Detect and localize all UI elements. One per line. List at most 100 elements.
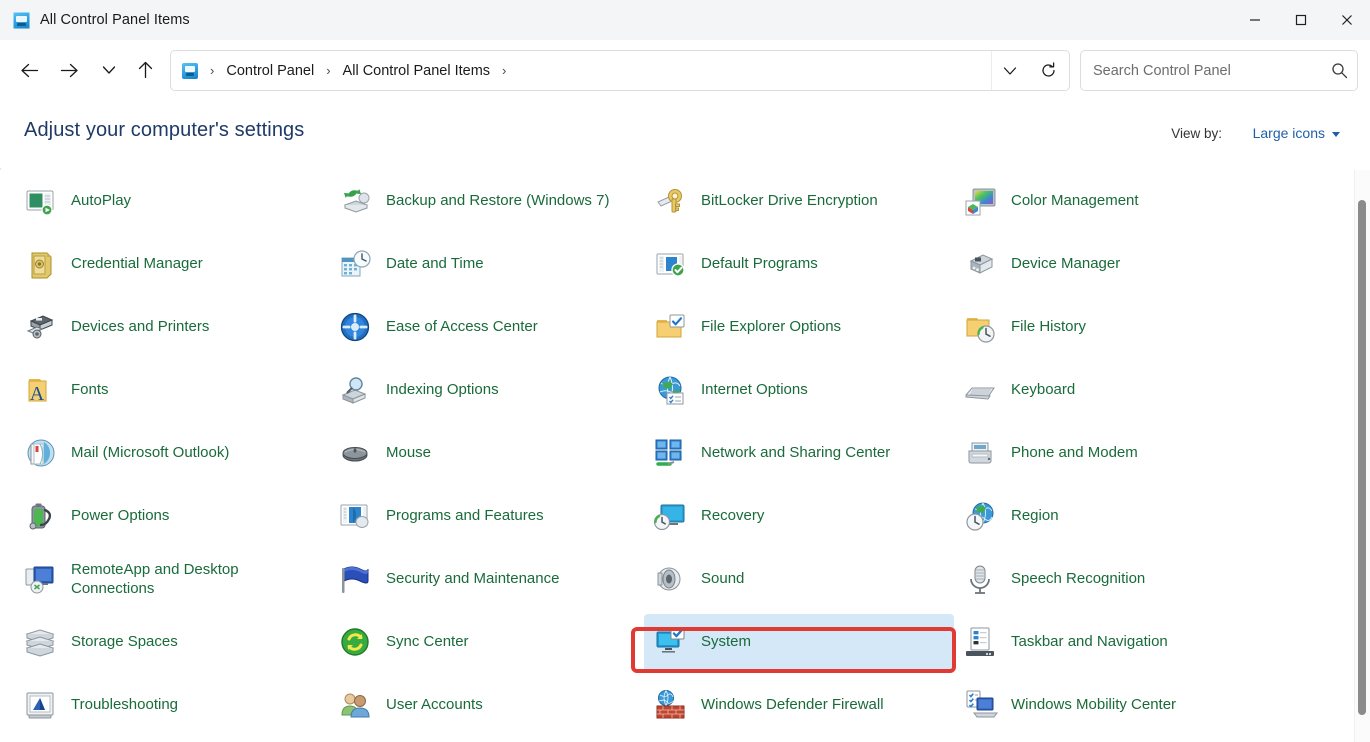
control-panel-item[interactable]: Network and Sharing Center — [644, 425, 954, 483]
control-panel-item-label: AutoPlay — [71, 192, 132, 210]
mouse-icon — [339, 437, 373, 471]
device-manager-icon — [964, 248, 998, 282]
search-box[interactable] — [1080, 50, 1358, 91]
mail-icon — [24, 437, 58, 471]
control-panel-item[interactable]: Indexing Options — [329, 362, 644, 420]
control-panel-item-label: Default Programs — [701, 255, 818, 273]
breadcrumb-separator-1[interactable]: › — [321, 63, 335, 78]
control-panel-item[interactable]: Troubleshooting — [14, 677, 329, 735]
control-panel-items-area: AutoPlay Backup and Restore (Windows 7) Bi… — [0, 170, 1370, 742]
page-header: Adjust your computer's settings View by:… — [0, 102, 1370, 168]
control-panel-item-label: Sync Center — [386, 633, 469, 651]
vertical-scrollbar[interactable] — [1354, 170, 1370, 742]
control-panel-item[interactable]: AutoPlay — [14, 173, 329, 231]
control-panel-item[interactable]: RemoteApp and Desktop Connections — [14, 551, 329, 609]
phone-modem-icon — [964, 437, 998, 471]
minimize-button[interactable] — [1232, 0, 1278, 40]
control-panel-item[interactable]: Keyboard — [954, 362, 1284, 420]
back-button[interactable] — [12, 52, 46, 88]
control-panel-item-label: Keyboard — [1011, 381, 1076, 399]
internet-options-icon — [654, 374, 688, 408]
control-panel-item-label: Programs and Features — [386, 507, 544, 525]
control-panel-item[interactable]: Sync Center — [329, 614, 644, 672]
user-accounts-icon — [339, 689, 373, 723]
control-panel-item[interactable]: A Fonts — [14, 362, 329, 420]
view-by-label: View by: — [1171, 126, 1222, 141]
control-panel-item-label: RemoteApp and Desktop Connections — [71, 560, 239, 597]
backup-restore-icon — [339, 185, 373, 219]
control-panel-item-label: Internet Options — [701, 381, 808, 399]
control-panel-item[interactable]: Power Options — [14, 488, 329, 546]
control-panel-item[interactable]: Mail (Microsoft Outlook) — [14, 425, 329, 483]
control-panel-item[interactable]: BitLocker Drive Encryption — [644, 173, 954, 231]
control-panel-item-label: BitLocker Drive Encryption — [701, 192, 878, 210]
control-panel-item[interactable]: Taskbar and Navigation — [954, 614, 1284, 672]
control-panel-item-label: Phone and Modem — [1011, 444, 1138, 462]
control-panel-item[interactable]: Region — [954, 488, 1284, 546]
file-history-icon — [964, 311, 998, 345]
control-panel-item-label: Mouse — [386, 444, 432, 462]
control-panel-item[interactable]: Internet Options — [644, 362, 954, 420]
control-panel-item[interactable]: File History — [954, 299, 1284, 357]
bitlocker-icon — [654, 185, 688, 219]
control-panel-item[interactable]: Storage Spaces — [14, 614, 329, 672]
control-panel-item[interactable]: Backup and Restore (Windows 7) — [329, 173, 644, 231]
control-panel-item-label: Power Options — [71, 507, 170, 525]
control-panel-item[interactable]: Programs and Features — [329, 488, 644, 546]
control-panel-item-label: Ease of Access Center — [386, 318, 538, 336]
title-bar-left: All Control Panel Items — [0, 11, 190, 29]
control-panel-item[interactable]: Device Manager — [954, 236, 1284, 294]
troubleshooting-icon — [24, 689, 58, 723]
control-panel-item[interactable]: Color Management — [954, 173, 1284, 231]
control-panel-item-label: Security and Maintenance — [386, 570, 560, 588]
windows-defender-firewall-icon — [654, 689, 688, 723]
programs-features-icon — [339, 500, 373, 534]
control-panel-item[interactable]: Security and Maintenance — [329, 551, 644, 609]
recovery-icon — [654, 500, 688, 534]
title-bar: All Control Panel Items — [0, 0, 1370, 40]
control-panel-item[interactable]: Ease of Access Center — [329, 299, 644, 357]
maximize-button[interactable] — [1278, 0, 1324, 40]
forward-button[interactable] — [52, 52, 86, 88]
control-panel-item-label: Taskbar and Navigation — [1011, 633, 1168, 651]
control-panel-item[interactable]: Windows Mobility Center — [954, 677, 1284, 735]
control-panel-item[interactable]: Devices and Printers — [14, 299, 329, 357]
control-panel-item[interactable]: Default Programs — [644, 236, 954, 294]
view-by-value[interactable]: Large icons — [1253, 125, 1325, 141]
breadcrumb-item-control-panel[interactable]: Control Panel — [221, 60, 319, 82]
security-maintenance-icon — [339, 563, 373, 597]
address-chevron-down-icon[interactable] — [991, 51, 1027, 90]
search-input[interactable] — [1081, 62, 1321, 79]
control-panel-item[interactable]: System — [644, 613, 954, 672]
sync-center-icon — [339, 626, 373, 660]
control-panel-item[interactable]: Speech Recognition — [954, 551, 1284, 609]
control-panel-item-label: System — [701, 633, 752, 651]
control-panel-item-label: File History — [1011, 318, 1087, 336]
svg-text:A: A — [30, 383, 45, 405]
breadcrumb-item-all-control-panel-items[interactable]: All Control Panel Items — [338, 60, 495, 82]
control-panel-item-label: Recovery — [701, 507, 765, 525]
refresh-button[interactable] — [1027, 51, 1069, 90]
scrollbar-thumb[interactable] — [1358, 200, 1366, 715]
recent-locations-button[interactable] — [94, 52, 124, 88]
sound-icon — [654, 563, 688, 597]
control-panel-item[interactable]: File Explorer Options — [644, 299, 954, 357]
address-bar[interactable]: › Control Panel › All Control Panel Item… — [170, 50, 1070, 91]
control-panel-item[interactable]: Mouse — [329, 425, 644, 483]
breadcrumb-separator-2[interactable]: › — [497, 63, 511, 78]
chevron-down-icon[interactable] — [1332, 132, 1340, 137]
control-panel-item[interactable]: Credential Manager — [14, 236, 329, 294]
breadcrumb-separator-0[interactable]: › — [205, 63, 219, 78]
credential-manager-icon — [24, 248, 58, 282]
control-panel-item[interactable]: Windows Defender Firewall — [644, 677, 954, 735]
control-panel-item[interactable]: Sound — [644, 551, 954, 609]
control-panel-items-grid: AutoPlay Backup and Restore (Windows 7) Bi… — [14, 170, 1344, 737]
search-icon[interactable] — [1321, 62, 1357, 79]
control-panel-item[interactable]: Recovery — [644, 488, 954, 546]
control-panel-item[interactable]: Phone and Modem — [954, 425, 1284, 483]
close-button[interactable] — [1324, 0, 1370, 40]
up-button[interactable] — [128, 52, 162, 88]
control-panel-item[interactable]: Date and Time — [329, 236, 644, 294]
control-panel-item[interactable]: User Accounts — [329, 677, 644, 735]
control-panel-item-label: Backup and Restore (Windows 7) — [386, 192, 610, 210]
